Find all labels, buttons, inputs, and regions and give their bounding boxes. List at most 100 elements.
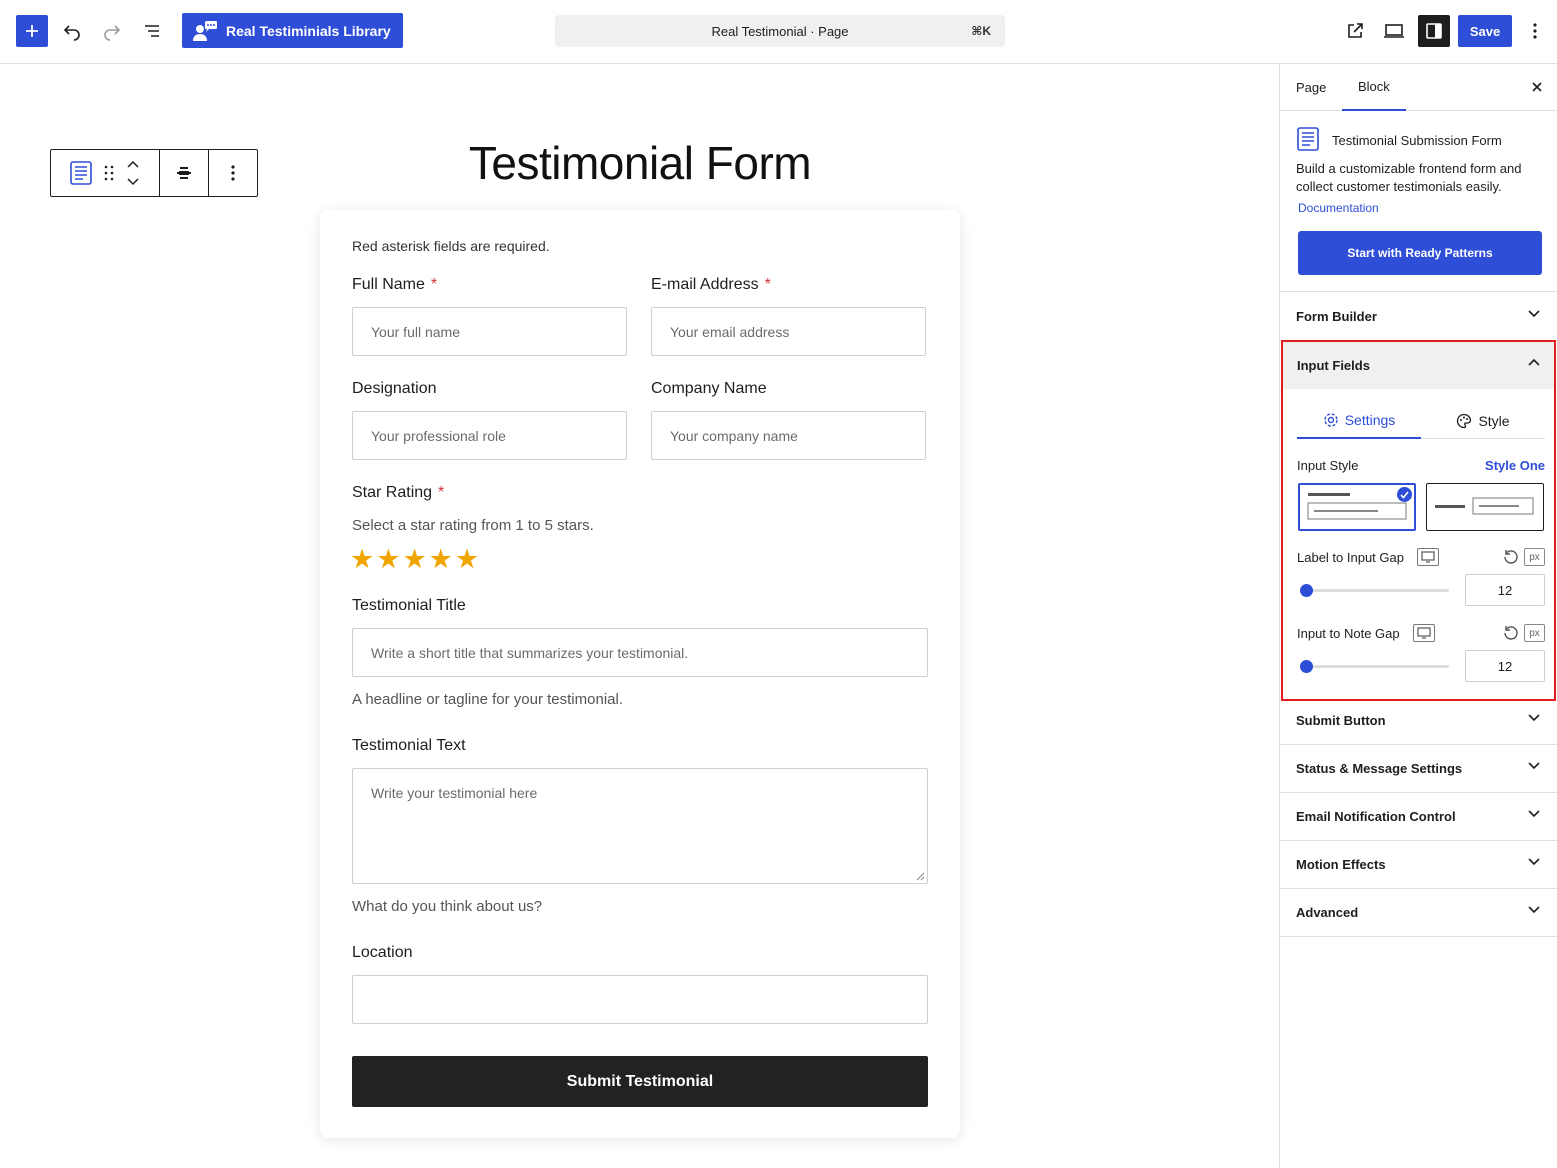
chevron-down-icon	[1528, 906, 1540, 914]
testimonial-text-help: What do you think about us?	[352, 898, 543, 915]
tab-style-label: Style	[1478, 412, 1510, 429]
close-sidebar-button[interactable]	[1526, 76, 1548, 98]
command-shortcut: ⌘K	[971, 24, 991, 38]
redo-icon	[104, 25, 121, 41]
block-toolbar	[50, 149, 258, 197]
selected-check-icon	[1397, 487, 1412, 502]
testimonial-text-input[interactable]: Write your testimonial here	[352, 768, 928, 884]
palette-icon	[1457, 413, 1472, 428]
settings-sidebar-toggle[interactable]	[1418, 15, 1450, 47]
library-button-label: Real Testiminials Library	[226, 22, 391, 39]
reset-icon[interactable]	[1503, 625, 1519, 641]
star-4[interactable]: ★	[429, 546, 453, 573]
testimonial-text-label: Testimonial Text	[352, 737, 466, 754]
view-page-button[interactable]	[1342, 18, 1368, 44]
full-name-label: Full Name *	[352, 276, 437, 294]
star-3[interactable]: ★	[402, 546, 426, 573]
submit-testimonial-button[interactable]: Submit Testimonial	[352, 1056, 928, 1107]
section-status-message[interactable]: Status & Message Settings	[1280, 745, 1557, 793]
required-asterisk: *	[438, 484, 445, 501]
email-label: E-mail Address *	[651, 276, 771, 294]
form-block-icon[interactable]	[70, 161, 92, 185]
chevron-down-icon	[1528, 714, 1540, 722]
more-vertical-icon	[1533, 23, 1537, 39]
undo-button[interactable]	[58, 17, 86, 45]
move-up-down-icon[interactable]	[126, 160, 140, 186]
label-gap-input[interactable]: 12	[1465, 574, 1545, 606]
block-description: Build a customizable frontend form and c…	[1296, 161, 1522, 194]
chevron-down-icon	[1528, 762, 1540, 770]
location-input[interactable]	[352, 975, 928, 1024]
company-label: Company Name	[651, 380, 767, 397]
star-1[interactable]: ★	[350, 546, 374, 573]
star-5[interactable]: ★	[455, 546, 479, 573]
chevron-down-icon	[1528, 858, 1540, 866]
section-label: Advanced	[1296, 905, 1359, 920]
reset-icon[interactable]	[1503, 549, 1519, 565]
responsive-desktop-icon[interactable]	[1417, 548, 1439, 566]
required-note: Red asterisk fields are required.	[352, 238, 550, 254]
company-input[interactable]: Your company name	[651, 411, 926, 460]
block-options-button[interactable]	[209, 150, 257, 196]
unit-selector[interactable]: px	[1524, 624, 1545, 642]
input-style-option-one[interactable]	[1298, 483, 1416, 531]
tab-settings-label: Settings	[1344, 411, 1396, 428]
testimonial-text-placeholder: Write your testimonial here	[371, 785, 538, 801]
list-view-icon	[145, 25, 159, 37]
section-label: Form Builder	[1296, 309, 1377, 324]
full-name-input[interactable]: Your full name	[352, 307, 627, 356]
editor-canvas: Testimonial Form Red asterisk fields are…	[0, 64, 1279, 1168]
label-gap-slider-thumb[interactable]	[1300, 584, 1313, 597]
resize-handle-icon[interactable]	[916, 872, 925, 881]
responsive-desktop-icon[interactable]	[1413, 624, 1435, 642]
location-label: Location	[352, 944, 413, 961]
redo-button[interactable]	[98, 17, 126, 45]
tab-block[interactable]: Block	[1342, 64, 1406, 111]
block-title: Testimonial Submission Form	[1332, 133, 1502, 148]
tab-settings[interactable]: Settings	[1297, 402, 1421, 439]
input-style-option-two[interactable]	[1426, 483, 1544, 531]
note-gap-slider-track[interactable]	[1302, 665, 1449, 668]
drag-handle-icon[interactable]	[104, 165, 114, 181]
section-email-notification[interactable]: Email Notification Control	[1280, 793, 1557, 841]
testimonial-title-input[interactable]: Write a short title that summarizes your…	[352, 628, 928, 677]
testimonial-title-help: A headline or tagline for your testimoni…	[352, 691, 623, 708]
tab-page[interactable]: Page	[1296, 64, 1326, 111]
plus-icon	[26, 25, 38, 37]
section-label: Motion Effects	[1296, 857, 1386, 872]
unit-selector[interactable]: px	[1524, 548, 1545, 566]
documentation-link[interactable]: Documentation	[1298, 201, 1379, 215]
tab-style[interactable]: Style	[1421, 402, 1545, 439]
align-center-icon	[177, 167, 191, 179]
start-ready-patterns-button[interactable]: Start with Ready Patterns	[1298, 231, 1542, 275]
style-two-preview-icon	[1435, 497, 1534, 515]
testimonial-title-label: Testimonial Title	[352, 597, 466, 614]
testimonial-form: Red asterisk fields are required. Full N…	[320, 210, 960, 1138]
undo-icon	[63, 25, 80, 41]
input-style-label: Input Style	[1297, 458, 1359, 473]
star-2[interactable]: ★	[376, 546, 400, 573]
command-palette-bar[interactable]: Real Testimonial · Page ⌘K	[555, 15, 1005, 47]
designation-input[interactable]: Your professional role	[352, 411, 627, 460]
preview-button[interactable]	[1381, 18, 1407, 44]
section-form-builder[interactable]: Form Builder	[1280, 293, 1557, 341]
block-info-card: Testimonial Submission Form Build a cust…	[1280, 111, 1557, 292]
required-asterisk: *	[430, 276, 438, 293]
section-input-fields[interactable]: Input Fields	[1283, 342, 1554, 389]
options-menu-button[interactable]	[1525, 18, 1545, 44]
input-fields-tabs: Settings Style	[1297, 402, 1545, 439]
document-overview-button[interactable]	[138, 17, 166, 45]
section-label: Submit Button	[1296, 713, 1386, 728]
label-gap-slider-track[interactable]	[1302, 589, 1449, 592]
email-input[interactable]: Your email address	[651, 307, 926, 356]
section-submit-button[interactable]: Submit Button	[1280, 697, 1557, 745]
section-motion-effects[interactable]: Motion Effects	[1280, 841, 1557, 889]
note-gap-input[interactable]: 12	[1465, 650, 1545, 682]
note-gap-slider-thumb[interactable]	[1300, 660, 1313, 673]
save-button[interactable]: Save	[1458, 15, 1512, 47]
section-advanced[interactable]: Advanced	[1280, 889, 1557, 937]
chevron-up-icon	[1528, 358, 1540, 366]
add-block-button[interactable]	[16, 15, 48, 47]
real-testimonials-library-button[interactable]: Real Testiminials Library	[182, 13, 403, 48]
align-button[interactable]	[160, 150, 209, 196]
